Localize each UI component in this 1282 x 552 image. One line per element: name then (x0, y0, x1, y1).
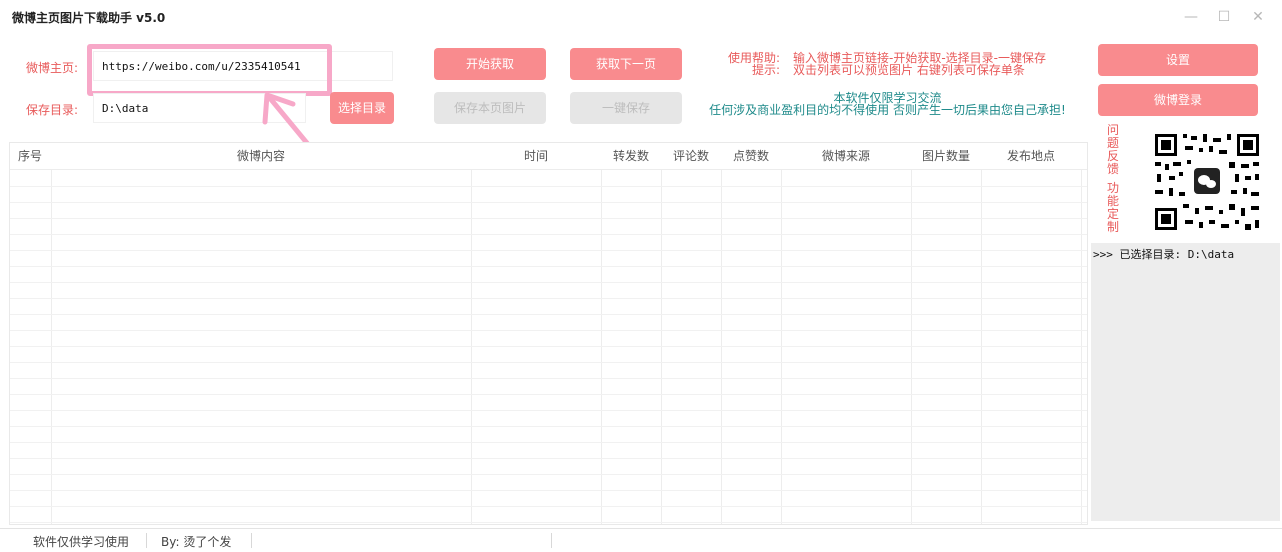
homepage-label: 微博主页: (26, 61, 79, 75)
table-row-divider (10, 330, 1087, 331)
col-source[interactable]: 微博来源 (782, 143, 910, 169)
table-row-divider (10, 202, 1087, 203)
weibo-table[interactable]: 序号 微博内容 时间 转发数 评论数 点赞数 微博来源 图片数量 发布地点 (9, 142, 1088, 525)
log-line: >>> 已选择目录: D:\data (1093, 248, 1235, 261)
table-row-divider (10, 250, 1087, 251)
table-row-divider (10, 442, 1087, 443)
table-row-divider (10, 394, 1087, 395)
save-page-button[interactable]: 保存本页图片 (434, 92, 546, 124)
save-all-button[interactable]: 一键保存 (570, 92, 682, 124)
table-row-divider (10, 506, 1087, 507)
maximize-icon[interactable]: ☐ (1214, 8, 1234, 26)
next-page-button[interactable]: 获取下一页 (570, 48, 682, 80)
table-row-divider (10, 346, 1087, 347)
start-button[interactable]: 开始获取 (434, 48, 546, 80)
table-row-divider (10, 234, 1087, 235)
table-column-divider (911, 170, 912, 524)
feedback-link[interactable]: 问题反馈 (1107, 124, 1119, 176)
status-divider (251, 533, 252, 548)
status-divider (551, 533, 552, 548)
table-row-divider (10, 490, 1087, 491)
table-column-divider (51, 170, 52, 524)
col-image-count[interactable]: 图片数量 (912, 143, 980, 169)
settings-button[interactable]: 设置 (1098, 44, 1258, 76)
table-column-divider (981, 170, 982, 524)
table-column-divider (661, 170, 662, 524)
table-row-divider (10, 458, 1087, 459)
table-row-divider (10, 218, 1087, 219)
window-title: 微博主页图片下载助手 v5.0 (12, 11, 166, 25)
col-index[interactable]: 序号 (10, 143, 50, 169)
status-bar: 软件仅供学习使用 By: 烫了个发 (0, 528, 1282, 552)
tip-text: 双击列表可以预览图片 右键列表可保存单条 (793, 63, 1025, 77)
table-row-divider (10, 410, 1087, 411)
status-author: By: 烫了个发 (161, 535, 232, 549)
log-panel: >>> 已选择目录: D:\data (1091, 243, 1280, 521)
table-column-divider (781, 170, 782, 524)
table-row-divider (10, 474, 1087, 475)
status-divider (146, 533, 147, 548)
col-content[interactable]: 微博内容 (52, 143, 470, 169)
table-column-divider (601, 170, 602, 524)
table-column-divider (471, 170, 472, 524)
table-row-divider (10, 522, 1087, 523)
col-comments[interactable]: 评论数 (662, 143, 720, 169)
table-column-divider (721, 170, 722, 524)
col-location[interactable]: 发布地点 (982, 143, 1080, 169)
table-row-divider (10, 186, 1087, 187)
table-row-divider (10, 314, 1087, 315)
status-left: 软件仅供学习使用 (33, 535, 130, 549)
custom-link[interactable]: 功能定制 (1107, 182, 1119, 234)
close-icon[interactable]: ✕ (1248, 8, 1268, 26)
table-row-divider (10, 282, 1087, 283)
col-reposts[interactable]: 转发数 (602, 143, 660, 169)
table-row-divider (10, 362, 1087, 363)
notice-line2: 任何涉及商业盈利目的均不得使用 否则产生一切后果由您自己承担! (709, 103, 1066, 117)
save-dir-label: 保存目录: (26, 103, 79, 117)
table-row-divider (10, 378, 1087, 379)
minimize-icon[interactable]: — (1181, 8, 1201, 26)
tip-label: 提示: (752, 63, 781, 77)
table-row-divider (10, 266, 1087, 267)
table-header: 序号 微博内容 时间 转发数 评论数 点赞数 微博来源 图片数量 发布地点 (10, 143, 1087, 170)
col-likes[interactable]: 点赞数 (722, 143, 780, 169)
col-time[interactable]: 时间 (472, 143, 600, 169)
table-column-divider (1081, 170, 1082, 524)
weibo-login-button[interactable]: 微博登录 (1098, 84, 1258, 116)
wechat-qr-code (1147, 128, 1267, 236)
table-row-divider (10, 426, 1087, 427)
table-row-divider (10, 298, 1087, 299)
